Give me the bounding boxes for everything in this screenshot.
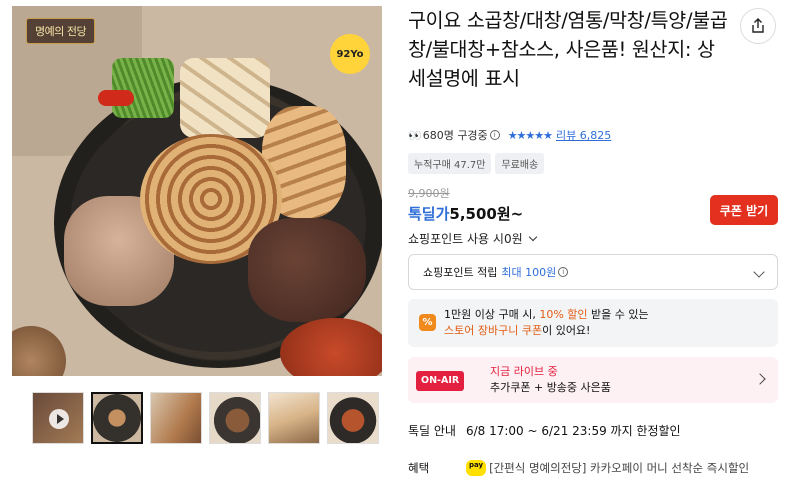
cart-coupon-promo: % 1만원 이상 구매 시, 10% 할인 받을 수 있는 스토어 장바구니 쿠… [408,299,778,347]
info-icon[interactable]: i [489,130,500,140]
share-icon [752,18,764,33]
promo-text: 1만원 이상 구매 시, [444,308,540,321]
thumbnail-5[interactable] [268,392,320,444]
point-save-accordion[interactable]: 쇼핑포인트 적립 최대 100원 i [408,254,778,290]
promo-text: 이 있어요! [542,324,591,337]
image-pepper [98,90,134,106]
play-icon [49,409,69,429]
thumbnail-strip [32,392,382,444]
get-coupon-button[interactable]: 쿠폰 받기 [710,195,778,225]
deal-label: 톡딜가 [408,205,450,223]
image-chives [112,58,174,118]
deal-info-row: 톡딜 안내 6/8 17:00 ~ 6/21 23:59 까지 한정할인 [408,422,681,439]
promo-highlight: 10% 할인 [539,308,588,321]
original-price: 9,900원 [408,187,450,200]
point-save-label: 쇼핑포인트 적립 [423,266,498,279]
product-chips: 누적구매 47.7만 무료배송 [408,153,545,174]
point-save-value: 최대 100원 [501,266,557,279]
eyes-icon: 👀 [408,128,422,142]
percent-icon: % [419,314,436,331]
thumbnail-6[interactable] [327,392,379,444]
live-subtitle: 추가쿠폰 + 방송중 사은품 [490,381,611,394]
on-air-badge: ON-AIR [416,371,465,391]
review-link[interactable]: 리뷰 6,825 [556,127,611,143]
point-use-dropdown[interactable]: 쇼핑포인트 사용 시0원 [408,230,538,247]
live-title: 지금 라이브 중 [490,365,558,378]
image-side-dish-left [12,326,66,376]
benefit-label: 혜택 [408,461,430,475]
kakaopay-icon: pay [466,460,487,476]
promo-line-2: 스토어 장바구니 쿠폰이 있어요! [444,323,768,339]
deal-price-row: 톡딜가5,500원~ [408,203,523,224]
hall-of-fame-label: 명예의 전당 [26,18,96,44]
share-button[interactable] [740,8,776,44]
brand-logo-badge: 92Yo [330,34,370,74]
image-meat [248,218,366,322]
chevron-down-icon [529,232,538,242]
deal-info-label: 톡딜 안내 [408,424,456,438]
deal-price: 5,500원~ [449,205,524,223]
thumbnail-video[interactable] [32,392,84,444]
thumbnail-4[interactable] [209,392,261,444]
chevron-down-icon [753,266,765,278]
meta-row: 👀 680명 구경중 i ★★★★★ 리뷰 6,825 [408,127,611,143]
chip-free-shipping: 무료배송 [495,153,545,174]
thumbnail-3[interactable] [150,392,202,444]
benefit-row: 혜택 pay [간편식 명예의전당] 카카오페이 머니 선착순 즉시할인 [408,460,749,476]
live-broadcast-banner[interactable]: ON-AIR 지금 라이브 중 추가쿠폰 + 방송중 사은품 [408,357,778,403]
product-title: 구이요 소곱창/대창/염통/막창/특양/불곱창/불대창+참소스, 사은품! 원산… [408,9,728,90]
promo-text: 받을 수 있는 [587,308,649,321]
point-use-text: 쇼핑포인트 사용 시0원 [408,232,523,246]
thumbnail-2[interactable] [91,392,143,444]
product-main-image[interactable]: 명예의 전당 92Yo [12,6,382,376]
image-rice-cakes [180,58,270,138]
benefit-text[interactable]: [간편식 명예의전당] 카카오페이 머니 선착순 즉시할인 [489,460,749,476]
viewer-count: 680명 구경중 [422,129,488,142]
promo-highlight: 스토어 장바구니 쿠폰 [444,324,543,337]
rating-stars: ★★★★★ [507,128,553,142]
promo-line-1: 1만원 이상 구매 시, 10% 할인 받을 수 있는 [444,307,768,323]
product-info: 구이요 소곱창/대창/염통/막창/특양/불곱창/불대창+참소스, 사은품! 원산… [408,6,778,93]
chip-cumulative-purchases: 누적구매 47.7만 [408,153,492,174]
info-icon[interactable]: i [558,267,569,277]
deal-info-period: 6/8 17:00 ~ 6/21 23:59 까지 한정할인 [465,424,681,438]
